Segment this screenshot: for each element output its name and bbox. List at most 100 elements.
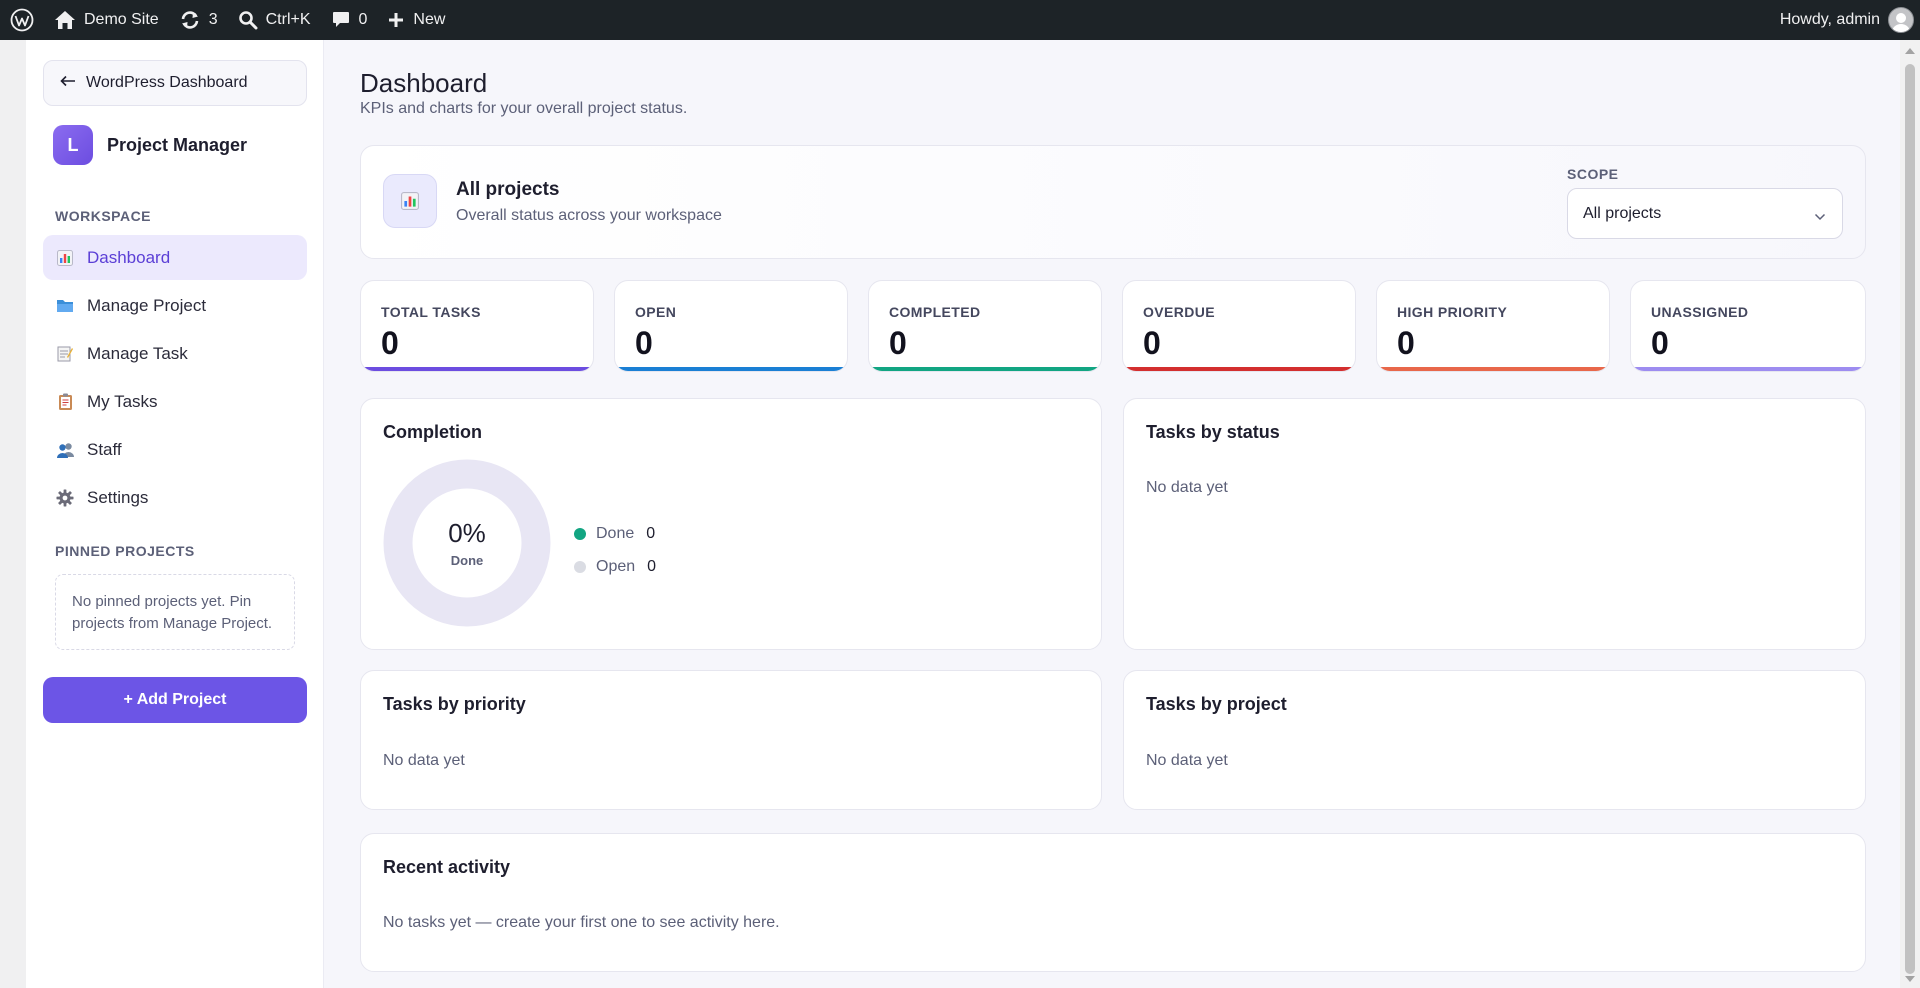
page-title: Dashboard bbox=[360, 68, 488, 98]
kpi-label: UNASSIGNED bbox=[1651, 304, 1749, 320]
empty-state: No data yet bbox=[383, 752, 465, 769]
completion-percent: 0% bbox=[448, 518, 486, 548]
sidebar-item-label: Dashboard bbox=[87, 247, 171, 267]
brand-name: Project Manager bbox=[107, 134, 248, 155]
add-project-button[interactable]: + Add Project bbox=[43, 677, 307, 723]
panel-title: Tasks by project bbox=[1146, 694, 1287, 714]
kpi-accent-bar bbox=[869, 367, 1101, 371]
empty-state: No data yet bbox=[1146, 752, 1228, 769]
main-content: Dashboard KPIs and charts for your overa… bbox=[324, 40, 1900, 988]
sidebar-item-label: Manage Task bbox=[87, 343, 188, 363]
recent-activity-panel: Recent activity No tasks yet — create yo… bbox=[360, 833, 1866, 972]
scroll-down-arrow-icon[interactable] bbox=[1905, 976, 1915, 982]
tasks-by-status-panel: Tasks by status No data yet bbox=[1123, 398, 1866, 650]
scope-subtitle: Overall status across your workspace bbox=[456, 207, 722, 224]
panel-title: Tasks by priority bbox=[383, 694, 526, 714]
kpi-overdue: OVERDUE 0 bbox=[1122, 280, 1356, 372]
back-label: WordPress Dashboard bbox=[86, 74, 248, 91]
howdy-text: Howdy, admin bbox=[1779, 11, 1880, 28]
tasks-by-project-panel: Tasks by project No data yet bbox=[1123, 670, 1866, 810]
kpi-label: COMPLETED bbox=[889, 304, 981, 320]
kpi-value: 0 bbox=[381, 325, 399, 361]
home-icon bbox=[54, 10, 76, 30]
sidebar-item-manage-project[interactable]: Manage Project bbox=[43, 283, 307, 328]
plus-icon bbox=[387, 11, 405, 29]
scroll-up-arrow-icon[interactable] bbox=[1905, 48, 1915, 54]
search-shortcut: Ctrl+K bbox=[265, 11, 311, 28]
legend-value: 0 bbox=[647, 557, 657, 575]
site-name: Demo Site bbox=[84, 11, 159, 28]
kpi-value: 0 bbox=[635, 325, 653, 361]
kpi-value: 0 bbox=[1651, 325, 1669, 361]
page-scrollbar[interactable] bbox=[1900, 40, 1920, 988]
legend-dot bbox=[574, 527, 586, 540]
scroll-thumb[interactable] bbox=[1905, 64, 1915, 974]
kpi-label: HIGH PRIORITY bbox=[1397, 304, 1508, 320]
updates-link[interactable]: 3 bbox=[169, 0, 228, 40]
updates-icon bbox=[179, 10, 201, 30]
brand: L Project Manager bbox=[53, 125, 247, 165]
panel-title: Completion bbox=[383, 422, 482, 442]
kpi-accent-bar bbox=[1377, 367, 1609, 371]
empty-state: No data yet bbox=[1146, 479, 1228, 496]
sidebar-item-label: Staff bbox=[87, 439, 122, 459]
clipboard-icon bbox=[55, 392, 75, 412]
people-icon bbox=[55, 440, 75, 460]
legend-dot bbox=[574, 560, 586, 573]
comments-link[interactable]: 0 bbox=[321, 0, 378, 40]
kpi-value: 0 bbox=[1143, 325, 1161, 361]
sidebar-item-label: Settings bbox=[87, 487, 149, 507]
search-icon bbox=[238, 10, 258, 30]
wordpress-logo-icon[interactable] bbox=[0, 0, 44, 40]
completion-center-label: Done bbox=[450, 553, 484, 568]
back-to-dashboard-button[interactable]: WordPress Dashboard bbox=[43, 60, 307, 106]
memo-icon bbox=[55, 344, 75, 364]
wp-admin-menu-strip bbox=[0, 40, 26, 988]
sidebar-item-manage-task[interactable]: Manage Task bbox=[43, 331, 307, 376]
panel-title: Recent activity bbox=[383, 857, 511, 877]
kpi-label: TOTAL TASKS bbox=[381, 304, 481, 320]
plugin-sidebar: WordPress Dashboard L Project Manager WO… bbox=[26, 40, 324, 988]
scope-label: SCOPE bbox=[1567, 166, 1619, 182]
pinned-projects-empty: No pinned projects yet. Pin projects fro… bbox=[55, 574, 295, 650]
comments-count: 0 bbox=[358, 11, 368, 28]
kpi-open: OPEN 0 bbox=[614, 280, 848, 372]
sidebar-item-my-tasks[interactable]: My Tasks bbox=[43, 379, 307, 424]
kpi-accent-bar bbox=[1631, 367, 1865, 371]
account-menu[interactable]: Howdy, admin bbox=[1770, 0, 1920, 40]
sidebar-item-dashboard[interactable]: Dashboard bbox=[43, 235, 307, 280]
scope-card: All projects Overall status across your … bbox=[360, 145, 1866, 259]
kpi-label: OVERDUE bbox=[1143, 304, 1216, 320]
completion-panel: Completion 0% Done Done 0 Open 0 bbox=[360, 398, 1102, 650]
sidebar-item-label: My Tasks bbox=[87, 391, 158, 411]
completion-legend: Done 0 Open 0 bbox=[574, 517, 656, 583]
new-content-link[interactable]: New bbox=[377, 0, 455, 40]
kpi-label: OPEN bbox=[635, 304, 677, 320]
sidebar-item-settings[interactable]: Settings bbox=[43, 475, 307, 520]
chevron-down-icon bbox=[1814, 208, 1826, 226]
site-name-link[interactable]: Demo Site bbox=[44, 0, 169, 40]
comment-icon bbox=[331, 10, 351, 30]
kpi-unassigned: UNASSIGNED 0 bbox=[1630, 280, 1866, 372]
brand-logo: L bbox=[53, 125, 93, 165]
search-link[interactable]: Ctrl+K bbox=[228, 0, 321, 40]
panel-title: Tasks by status bbox=[1146, 422, 1280, 442]
arrow-left-icon bbox=[60, 74, 76, 92]
tasks-by-priority-panel: Tasks by priority No data yet bbox=[360, 670, 1102, 810]
sidebar-nav: Dashboard Manage Project Manage Task My … bbox=[43, 235, 307, 523]
legend-label: Done bbox=[596, 524, 635, 542]
folder-icon bbox=[55, 296, 75, 316]
completion-donut: 0% Done bbox=[383, 459, 551, 627]
admin-bar: Demo Site 3 Ctrl+K 0 New Howdy, admin bbox=[0, 0, 1920, 40]
bar-chart-icon bbox=[55, 248, 75, 268]
pinned-section-label: PINNED PROJECTS bbox=[55, 543, 195, 559]
empty-state: No tasks yet — create your first one to … bbox=[383, 914, 780, 931]
scope-selected-value: All projects bbox=[1583, 204, 1662, 222]
sidebar-item-staff[interactable]: Staff bbox=[43, 427, 307, 472]
page-subtitle: KPIs and charts for your overall project… bbox=[360, 100, 688, 117]
kpi-value: 0 bbox=[889, 325, 907, 361]
scope-select[interactable]: All projects bbox=[1567, 188, 1843, 239]
kpi-accent-bar bbox=[1123, 367, 1355, 371]
scope-title: All projects bbox=[456, 179, 560, 200]
bar-chart-icon bbox=[383, 174, 437, 228]
